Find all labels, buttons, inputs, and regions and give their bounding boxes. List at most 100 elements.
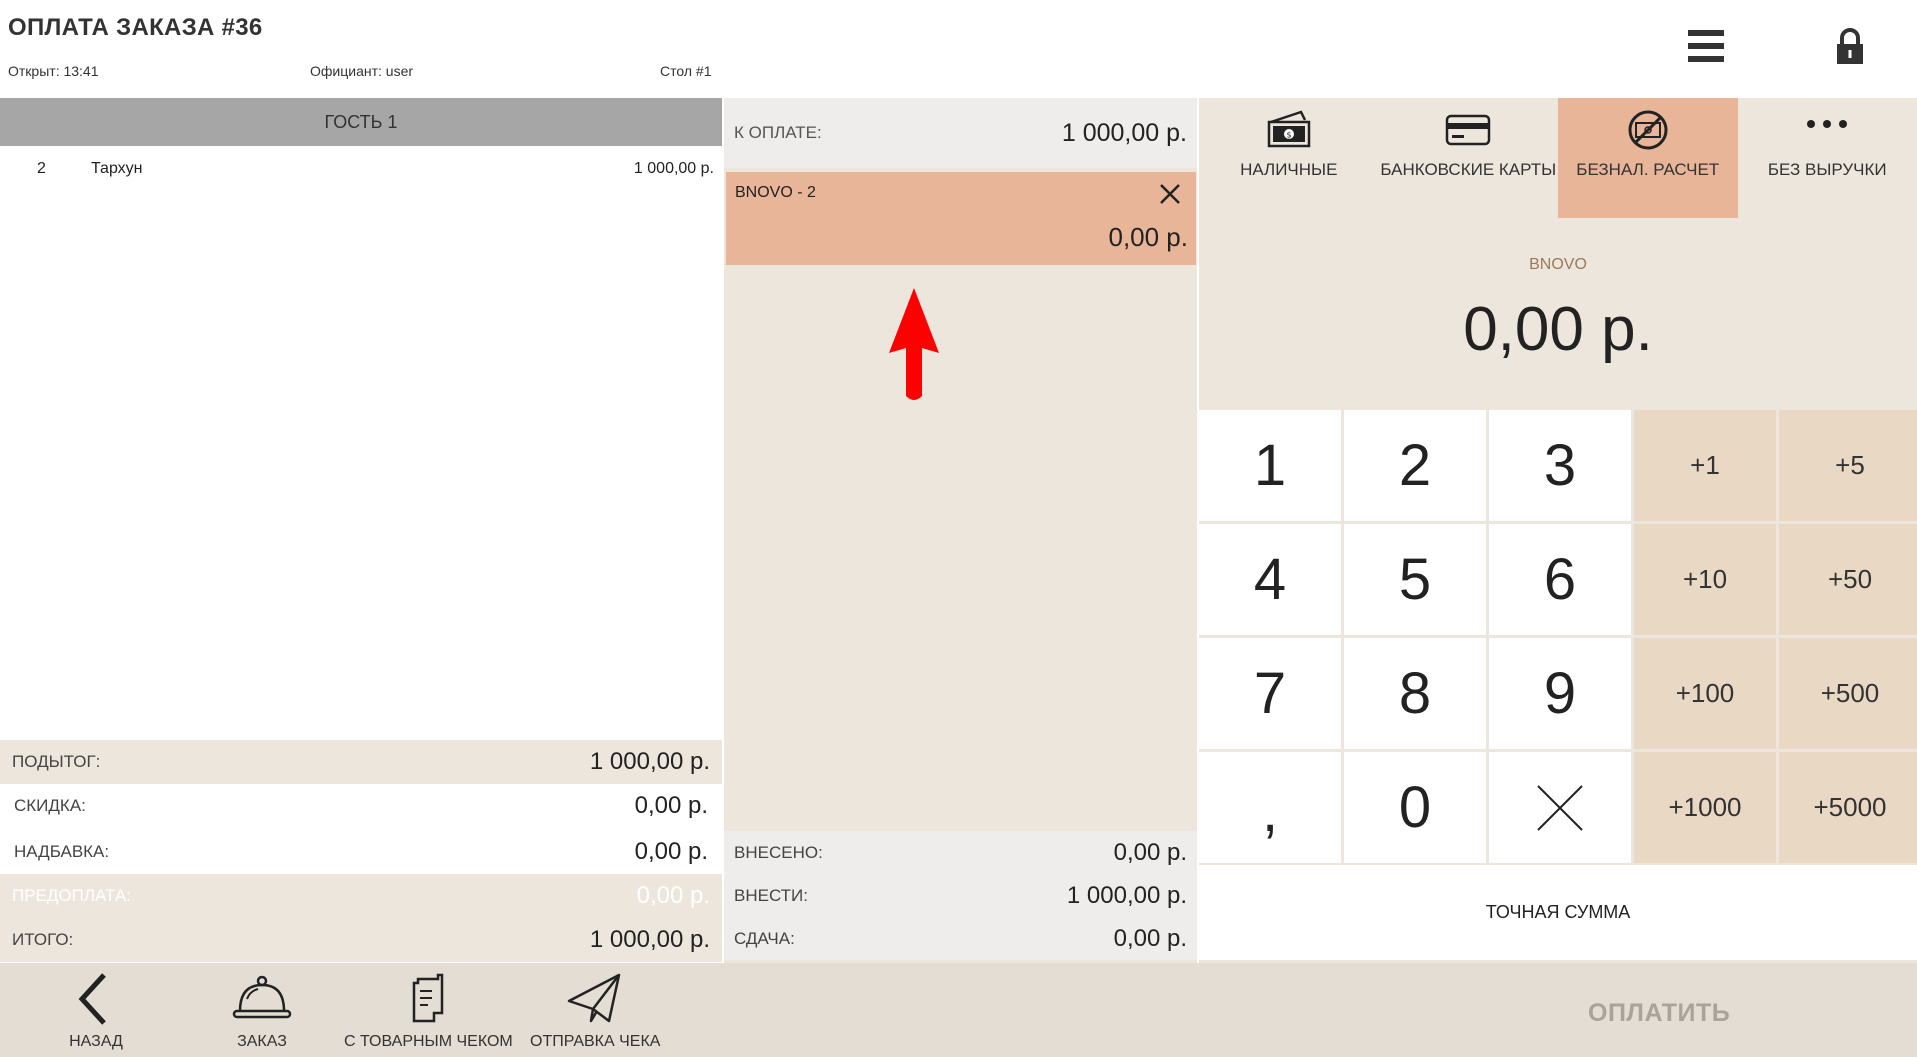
back-label: НАЗАД	[69, 1033, 123, 1050]
key-7[interactable]: 7	[1199, 638, 1341, 749]
receipt-button[interactable]: С ТОВАРНЫМ ЧЕКОМ	[344, 971, 513, 1051]
key-1[interactable]: 1	[1199, 410, 1341, 521]
key-plus-5000[interactable]: +5000	[1779, 752, 1917, 863]
key-plus-100[interactable]: +100	[1634, 638, 1776, 749]
bottom-bar: НАЗАД ЗАКАЗ С ТОВАРНЫМ ЧЕКОМ ОТПРАВКА ЧЕ…	[0, 963, 1917, 1057]
guest-header[interactable]: ГОСТЬ 1	[0, 98, 722, 146]
cash-icon: $	[1267, 110, 1310, 148]
more-dots-icon	[1807, 120, 1848, 128]
item-price: 1 000,00 р.	[633, 160, 714, 177]
to-pay-value: 1 000,00 р.	[1066, 881, 1187, 909]
payments-panel: К ОПЛАТЕ: 1 000,00 р. BNOVO - 2 0,00 р. …	[724, 98, 1197, 963]
method-cashless[interactable]: БЕЗНАЛ. РАСЧЕТ	[1558, 98, 1738, 218]
total-label: ИТОГО:	[12, 930, 74, 949]
send-receipt-button[interactable]: ОТПРАВКА ЧЕКА	[530, 971, 660, 1051]
key-plus-5[interactable]: +5	[1779, 410, 1917, 521]
subtotal-row: ПОДЫТОГ: 1 000,00 р.	[0, 740, 722, 784]
total-row: ИТОГО: 1 000,00 р.	[0, 918, 722, 962]
close-icon[interactable]	[1156, 180, 1184, 208]
item-qty: 2	[37, 160, 46, 177]
discount-row[interactable]: СКИДКА: 0,00 р.	[2, 784, 720, 828]
key-plus-10[interactable]: +10	[1634, 524, 1776, 635]
change-value: 0,00 р.	[1113, 924, 1187, 952]
payment-input-panel: $ НАЛИЧНЫЕ БАНКОВСКИЕ КАРТЫ БЕЗНАЛ. РАСЧ…	[1199, 98, 1917, 963]
paid-value: 0,00 р.	[1113, 838, 1187, 866]
receipt-label: С ТОВАРНЫМ ЧЕКОМ	[344, 1033, 513, 1050]
list-item[interactable]: 2 Тархун 1 000,00 р.	[0, 160, 722, 184]
page-title: ОПЛАТА ЗАКАЗА #36	[8, 14, 263, 41]
waiter-name: Официант: user	[310, 63, 414, 79]
table-number: Стол #1	[660, 63, 712, 79]
receipt-icon	[413, 973, 444, 1023]
numeric-keypad: 1 2 3 +1 +5 4 5 6 +10 +50 7 8 9 +100 +50…	[1199, 410, 1917, 863]
to-pay-label: ВНЕСТИ:	[734, 885, 808, 905]
arrow-up-annotation-icon	[889, 288, 939, 400]
send-receipt-label: ОТПРАВКА ЧЕКА	[530, 1033, 661, 1050]
chevron-left-icon	[78, 973, 106, 1025]
exact-amount-button[interactable]: ТОЧНАЯ СУММА	[1199, 865, 1917, 960]
amount-due-label: К ОПЛАТЕ:	[734, 123, 822, 142]
key-comma[interactable]: ,	[1199, 752, 1341, 863]
pay-button[interactable]: ОПЛАТИТЬ	[1588, 999, 1730, 1028]
payment-methods: $ НАЛИЧНЫЕ БАНКОВСКИЕ КАРТЫ БЕЗНАЛ. РАСЧ…	[1199, 98, 1917, 218]
payment-entry[interactable]: BNOVO - 2 0,00 р.	[726, 172, 1196, 265]
lock-icon[interactable]	[1830, 26, 1870, 66]
method-cash-label: НАЛИЧНЫЕ	[1240, 160, 1338, 179]
cloche-icon	[232, 975, 292, 1019]
subtotal-label: ПОДЫТОГ:	[12, 752, 101, 771]
paper-plane-icon	[567, 973, 621, 1023]
key-6[interactable]: 6	[1489, 524, 1631, 635]
key-plus-50[interactable]: +50	[1779, 524, 1917, 635]
key-plus-1[interactable]: +1	[1634, 410, 1776, 521]
key-plus-1000[interactable]: +1000	[1634, 752, 1776, 863]
discount-label: СКИДКА:	[14, 796, 86, 815]
item-name: Тархун	[91, 160, 143, 177]
payment-entry-amount: 0,00 р.	[1108, 222, 1188, 252]
method-no-revenue-label: БЕЗ ВЫРУЧКИ	[1767, 160, 1887, 179]
change-label: СДАЧА:	[734, 928, 795, 948]
order-panel: ГОСТЬ 1 2 Тархун 1 000,00 р. ПОДЫТОГ: 1 …	[0, 98, 722, 963]
order-label: ЗАКАЗ	[237, 1033, 287, 1050]
surcharge-label: НАДБАВКА:	[14, 842, 110, 861]
amount-due-value: 1 000,00 р.	[1061, 118, 1187, 147]
hamburger-menu-icon[interactable]	[1686, 26, 1726, 66]
surcharge-value: 0,00 р.	[634, 838, 708, 865]
method-no-revenue[interactable]: БЕЗ ВЫРУЧКИ	[1738, 98, 1917, 218]
surcharge-row[interactable]: НАДБАВКА: 0,00 р.	[2, 830, 720, 874]
key-2[interactable]: 2	[1344, 410, 1486, 521]
prepayment-row: ПРЕДОПЛАТА: 0,00 р.	[0, 874, 722, 918]
svg-text:$: $	[1286, 131, 1291, 140]
discount-value: 0,00 р.	[634, 792, 708, 819]
method-cashless-label: БЕЗНАЛ. РАСЧЕТ	[1576, 160, 1720, 179]
no-cash-icon	[1628, 110, 1668, 150]
amount-due-row: К ОПЛАТЕ: 1 000,00 р.	[724, 98, 1197, 168]
prepayment-label: ПРЕДОПЛАТА:	[12, 886, 131, 905]
paid-label: ВНЕСЕНО:	[734, 842, 823, 862]
method-bank-card[interactable]: БАНКОВСКИЕ КАРТЫ	[1379, 98, 1559, 218]
key-0[interactable]: 0	[1344, 752, 1486, 863]
order-button[interactable]: ЗАКАЗ	[232, 971, 292, 1051]
key-5[interactable]: 5	[1344, 524, 1486, 635]
order-totals: ПОДЫТОГ: 1 000,00 р. СКИДКА: 0,00 р. НАД…	[0, 740, 722, 962]
key-8[interactable]: 8	[1344, 638, 1486, 749]
paid-row: ВНЕСЕНО: 0,00 р.	[724, 831, 1197, 874]
prepayment-value: 0,00 р.	[636, 882, 710, 909]
key-3[interactable]: 3	[1489, 410, 1631, 521]
total-value: 1 000,00 р.	[589, 926, 710, 953]
opened-time: Открыт: 13:41	[8, 63, 99, 79]
key-9[interactable]: 9	[1489, 638, 1631, 749]
method-bank-card-label: БАНКОВСКИЕ КАРТЫ	[1380, 160, 1557, 179]
selected-method-label: BNOVO	[1529, 256, 1587, 273]
to-pay-row: ВНЕСТИ: 1 000,00 р.	[724, 874, 1197, 917]
payment-entry-name: BNOVO - 2	[735, 184, 816, 201]
clear-x-icon	[1537, 784, 1583, 831]
key-4[interactable]: 4	[1199, 524, 1341, 635]
key-clear[interactable]	[1489, 752, 1631, 863]
payment-summary: ВНЕСЕНО: 0,00 р. ВНЕСТИ: 1 000,00 р. СДА…	[724, 831, 1197, 960]
back-button[interactable]: НАЗАД	[66, 971, 126, 1051]
bank-card-icon	[1446, 114, 1491, 146]
method-cash[interactable]: $ НАЛИЧНЫЕ	[1199, 98, 1379, 218]
subtotal-value: 1 000,00 р.	[589, 748, 710, 775]
key-plus-500[interactable]: +500	[1779, 638, 1917, 749]
entered-amount: 0,00 р.	[1463, 295, 1653, 364]
